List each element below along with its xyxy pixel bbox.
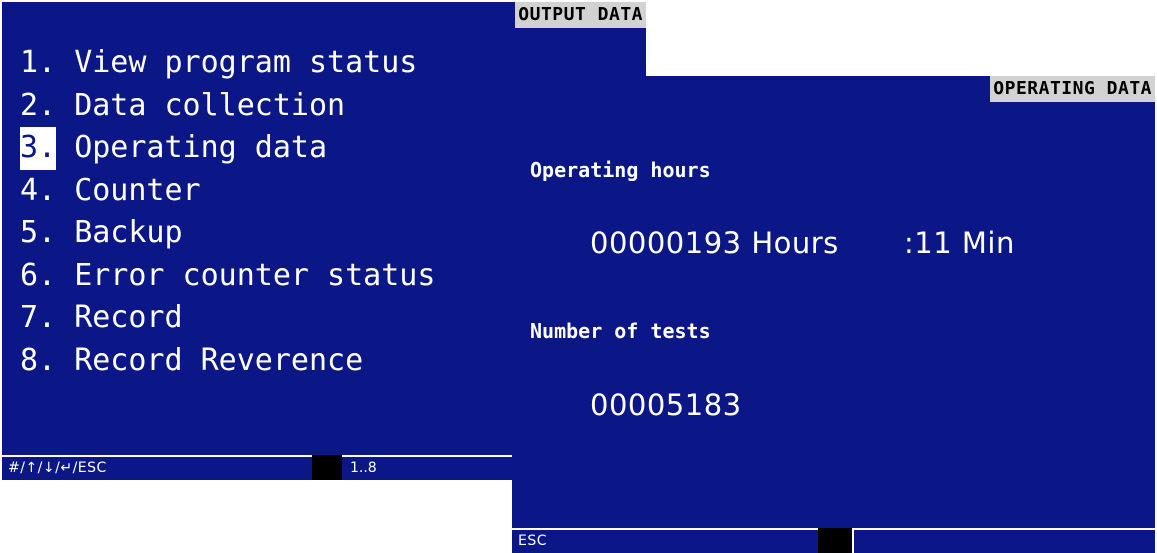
operating-data-title: OPERATING DATA (990, 76, 1155, 102)
status-divider (852, 528, 854, 553)
selected-menu-number: 3. (20, 127, 57, 170)
menu-item-counter[interactable]: 4. Counter (20, 170, 435, 213)
output-data-menu: 1. View program status 2. Data collectio… (20, 42, 435, 382)
operating-minutes-value: :11 Min (904, 226, 1015, 260)
menu-item-error-counter-status[interactable]: 6. Error counter status (20, 255, 435, 298)
operating-status-bar: ESC (512, 528, 1155, 553)
selection-range: 1..8 (350, 460, 377, 476)
operating-hours-value: 00000193 Hours (590, 226, 839, 260)
input-field[interactable] (818, 528, 852, 553)
operating-data-screen: OPERATING DATA Operating hours 00000193 … (512, 76, 1155, 553)
menu-item-view-program-status[interactable]: 1. View program status (20, 42, 435, 85)
navigation-keys-hint: #/↑/↓/↵/ESC (8, 460, 107, 476)
number-of-tests-value: 00005183 (590, 388, 742, 422)
menu-item-record-reverence[interactable]: 8. Record Reverence (20, 340, 435, 383)
menu-item-backup[interactable]: 5. Backup (20, 212, 435, 255)
menu-item-operating-data[interactable]: 3. Operating data (20, 127, 435, 170)
output-data-title: OUTPUT DATA (515, 2, 646, 28)
menu-item-record[interactable]: 7. Record (20, 297, 435, 340)
input-field[interactable] (312, 455, 342, 480)
menu-item-data-collection[interactable]: 2. Data collection (20, 85, 435, 128)
operating-hours-label: Operating hours (530, 158, 711, 182)
number-of-tests-label: Number of tests (530, 319, 711, 343)
escape-key-hint: ESC (518, 533, 548, 549)
